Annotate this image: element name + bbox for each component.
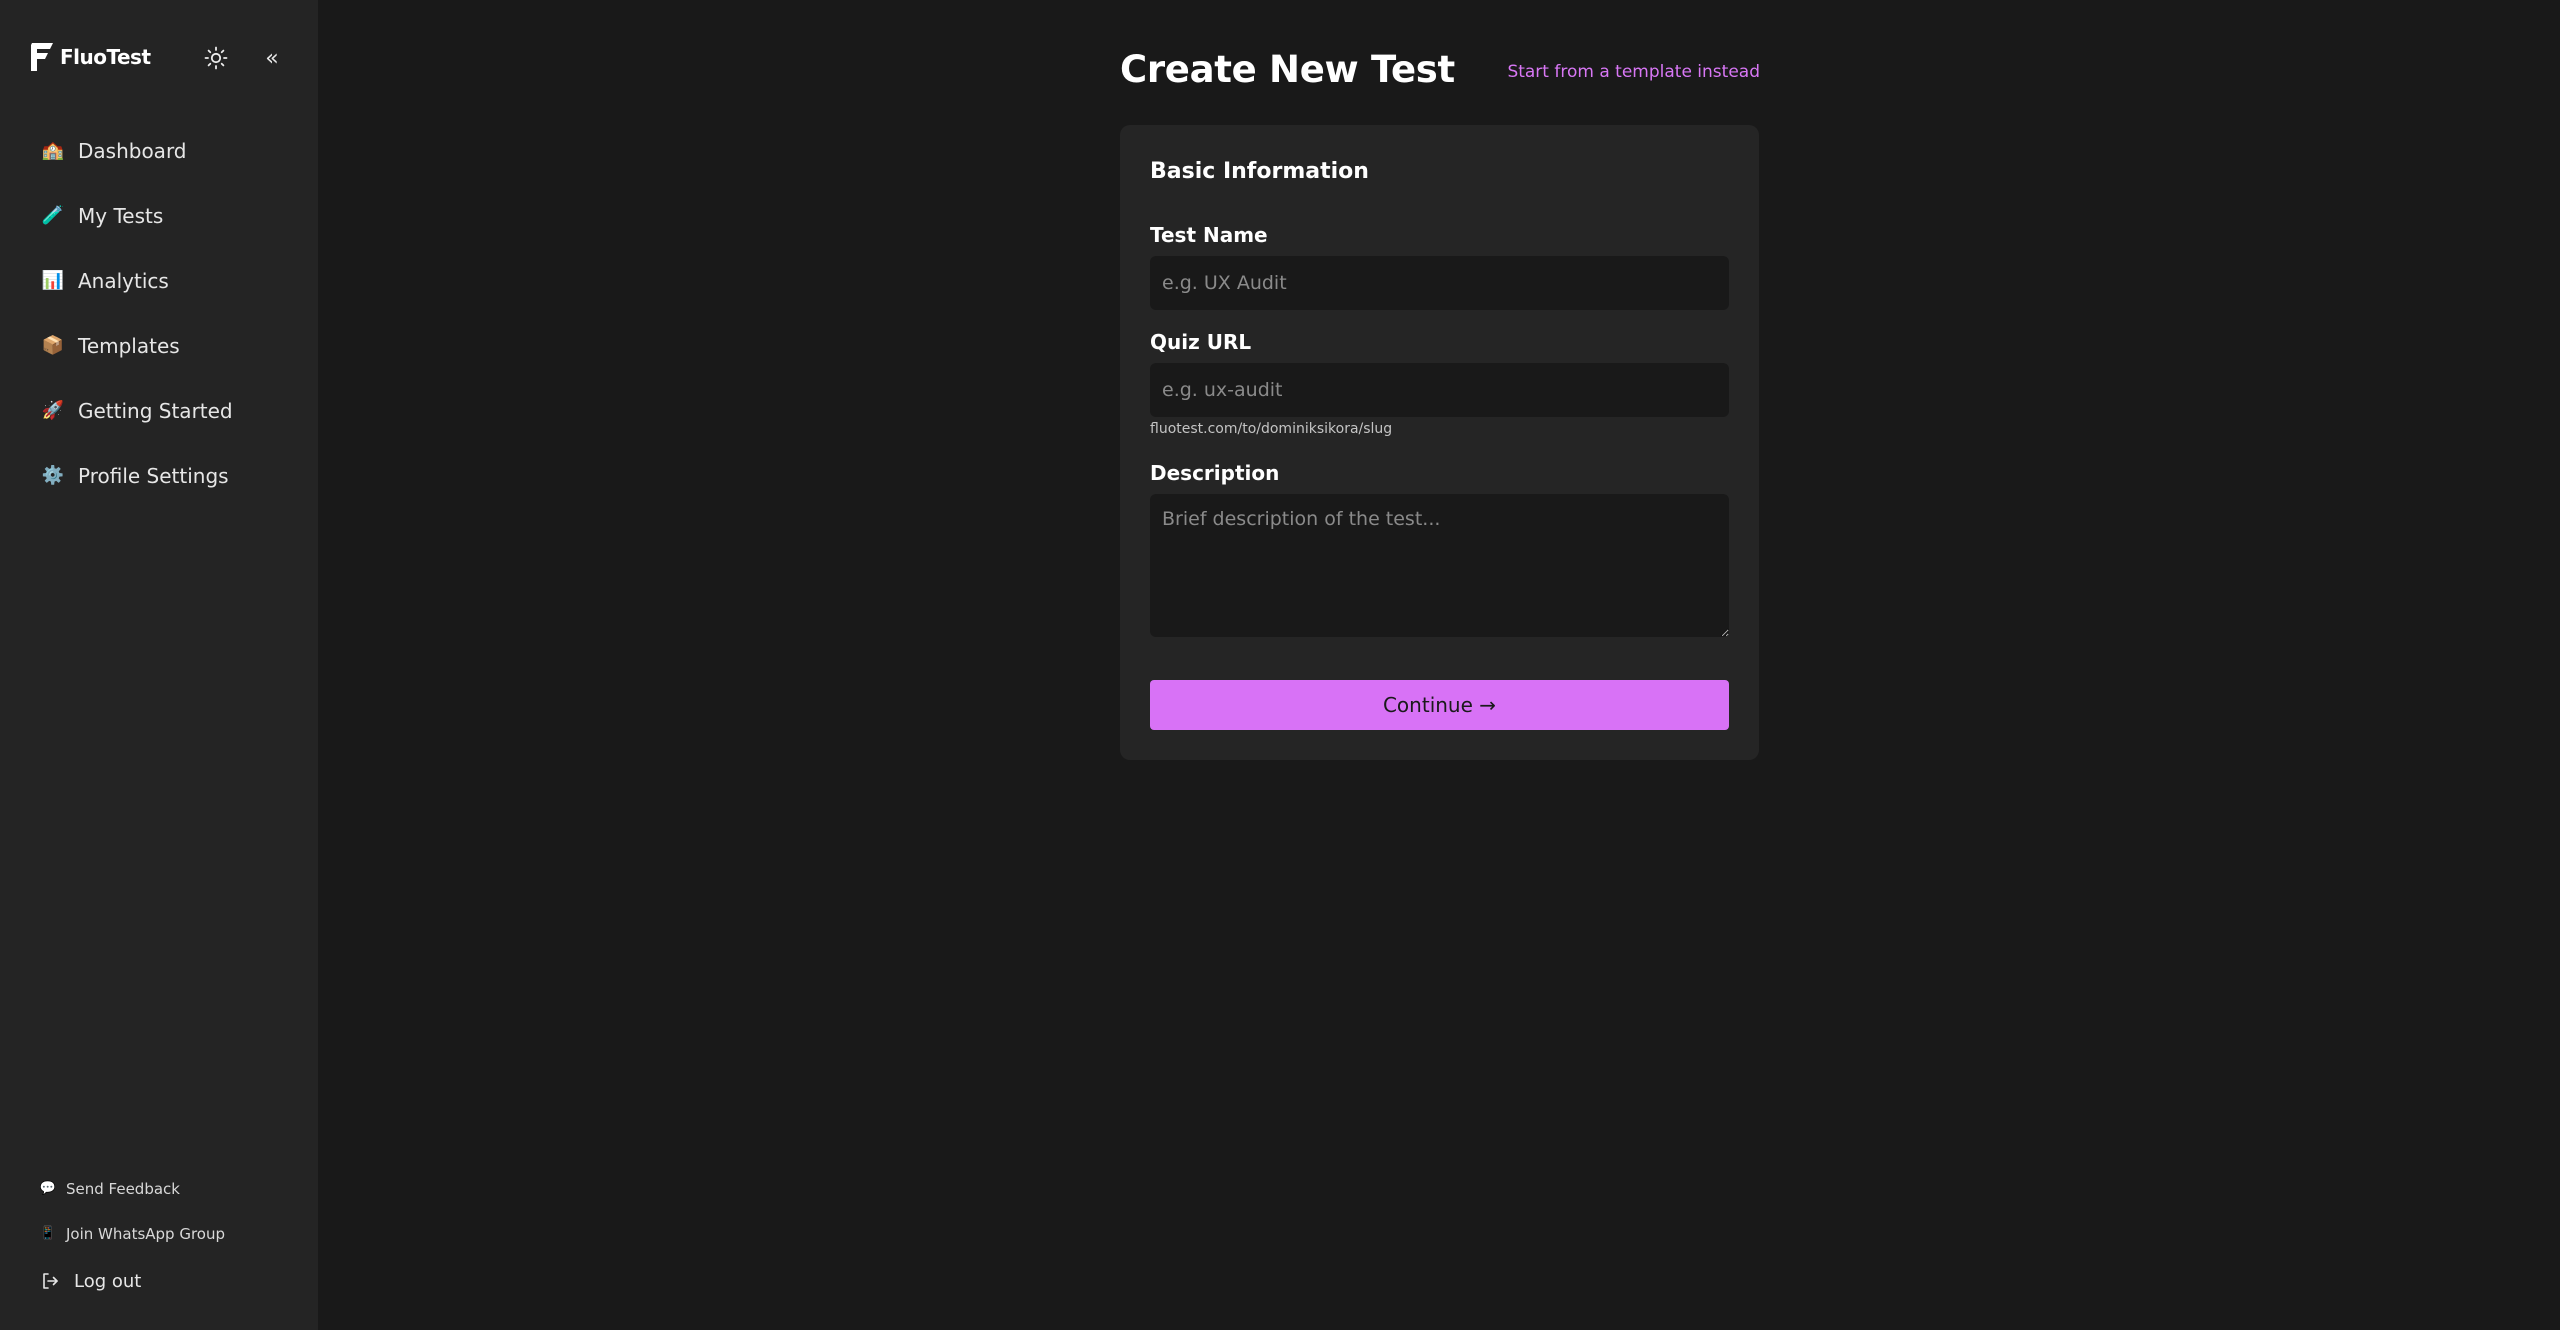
app-name: FluoTest	[60, 45, 151, 69]
basic-information-card: Basic Information Test Name Quiz URL flu…	[1120, 125, 1759, 760]
logout-icon	[43, 1273, 58, 1289]
collapse-sidebar-button[interactable]: «	[263, 44, 281, 72]
sidebar-item-label: Getting Started	[78, 398, 233, 423]
send-feedback-label: Send Feedback	[66, 1179, 180, 1198]
description-label: Description	[1150, 461, 1280, 485]
start-from-template-link[interactable]: Start from a template instead	[1507, 62, 1760, 82]
phone-icon: 📱	[39, 1226, 57, 1241]
quiz-url-preview: fluotest.com/to/dominiksikora/slug	[1150, 421, 1393, 437]
description-textarea[interactable]	[1150, 494, 1729, 637]
sidebar-item-label: Analytics	[78, 268, 169, 293]
sidebar-item-getting-started[interactable]: 🚀 Getting Started	[32, 378, 294, 443]
card-title: Basic Information	[1150, 159, 1369, 184]
school-icon: 🏫	[41, 140, 65, 161]
fluotest-logo-icon	[31, 43, 53, 71]
continue-button[interactable]: Continue →	[1150, 680, 1729, 730]
sidebar-item-my-tests[interactable]: 🧪 My Tests	[32, 183, 294, 248]
test-name-label: Test Name	[1150, 223, 1268, 247]
sidebar-item-label: Dashboard	[78, 138, 187, 163]
sidebar-item-dashboard[interactable]: 🏫 Dashboard	[32, 118, 294, 183]
sidebar-item-profile-settings[interactable]: ⚙️ Profile Settings	[32, 443, 294, 508]
quiz-url-label: Quiz URL	[1150, 330, 1252, 354]
join-whatsapp-link[interactable]: 📱 Join WhatsApp Group	[40, 1211, 225, 1256]
sidebar: FluoTest « 🏫 Dashboard 🧪 My Tests 📊 Anal…	[0, 0, 318, 1330]
sidebar-item-label: Profile Settings	[78, 463, 229, 488]
sidebar-item-analytics[interactable]: 📊 Analytics	[32, 248, 294, 313]
sun-icon	[204, 46, 228, 70]
app-logo[interactable]: FluoTest	[28, 40, 151, 74]
logout-button[interactable]: Log out	[40, 1266, 141, 1296]
quiz-url-input[interactable]	[1150, 363, 1729, 417]
test-name-input[interactable]	[1150, 256, 1729, 310]
chevrons-left-icon: «	[265, 45, 279, 71]
speech-bubble-icon: 💬	[39, 1181, 57, 1196]
logout-label: Log out	[74, 1270, 142, 1292]
join-whatsapp-label: Join WhatsApp Group	[66, 1224, 226, 1243]
send-feedback-link[interactable]: 💬 Send Feedback	[40, 1166, 225, 1211]
bar-chart-icon: 📊	[41, 270, 65, 291]
sidebar-nav: 🏫 Dashboard 🧪 My Tests 📊 Analytics 📦 Tem…	[32, 118, 294, 508]
theme-toggle-button[interactable]	[202, 44, 230, 72]
sidebar-item-label: Templates	[78, 333, 180, 358]
sidebar-item-templates[interactable]: 📦 Templates	[32, 313, 294, 378]
test-tube-icon: 🧪	[41, 205, 65, 226]
sidebar-item-label: My Tests	[78, 203, 164, 228]
gear-icon: ⚙️	[41, 465, 65, 486]
rocket-icon: 🚀	[41, 400, 65, 421]
package-icon: 📦	[41, 335, 65, 356]
sidebar-footer-links: 💬 Send Feedback 📱 Join WhatsApp Group	[40, 1166, 225, 1256]
page-title: Create New Test	[1120, 48, 1455, 91]
